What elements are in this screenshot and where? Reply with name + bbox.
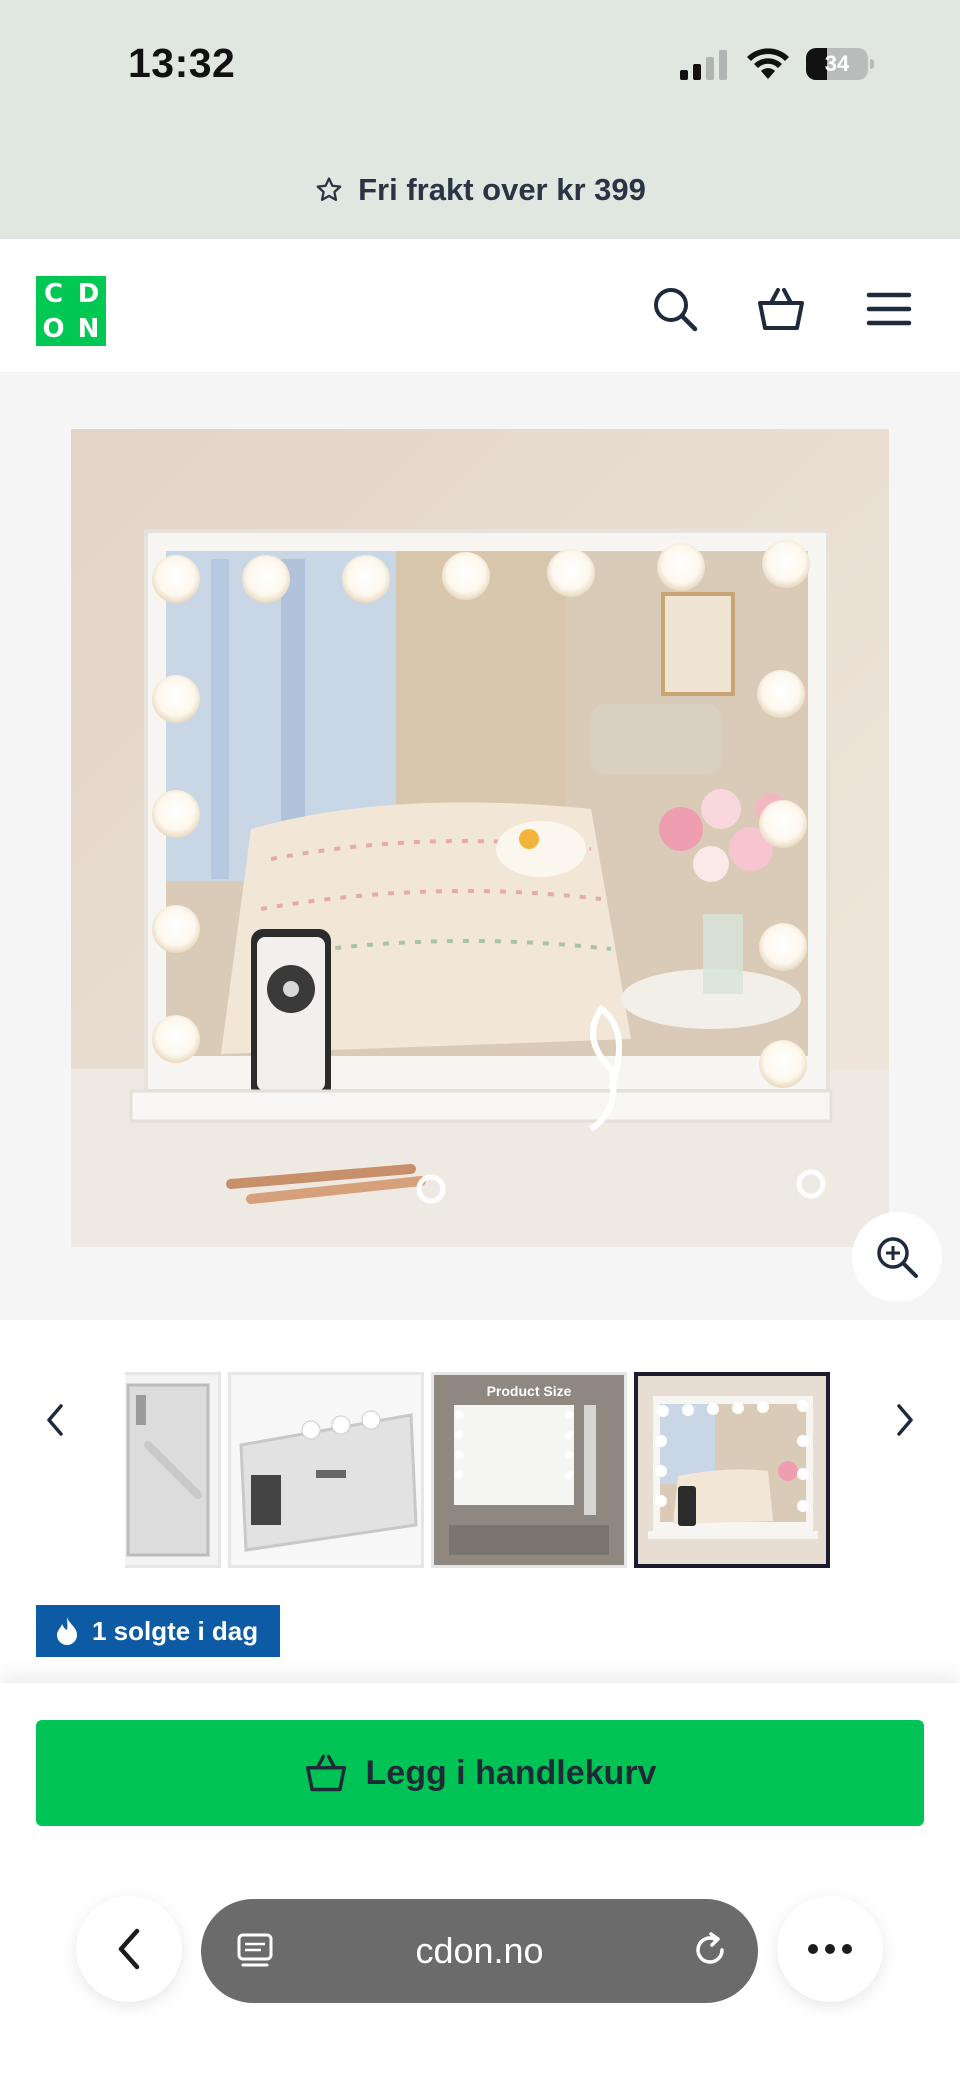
basket-icon[interactable] — [756, 284, 806, 334]
thumbnail-strip: Product Size — [125, 1372, 835, 1568]
zoom-button[interactable] — [852, 1212, 942, 1302]
logo-letter: O — [42, 313, 65, 344]
search-icon[interactable] — [650, 284, 700, 334]
url-text: cdon.no — [415, 1930, 544, 1971]
thumbnail-next-button[interactable] — [870, 1385, 940, 1455]
browser-back-button[interactable] — [76, 1896, 182, 2002]
thumb-mirror-side[interactable] — [125, 1372, 221, 1568]
product-main-image[interactable] — [71, 429, 889, 1247]
menu-icon[interactable] — [864, 284, 914, 334]
chevron-left-icon — [47, 1404, 63, 1436]
basket-icon — [305, 1754, 346, 1792]
chevron-left-icon — [118, 1928, 140, 1970]
thumbnail-carousel: Product Size — [0, 1320, 960, 1580]
flame-icon — [57, 1617, 77, 1645]
add-to-cart-bar: Legg i handlekurv — [0, 1683, 960, 1843]
promo-text: Fri frakt over kr 399 — [358, 172, 646, 207]
sold-today-text: 1 solgte i dag — [92, 1615, 259, 1646]
thumbnail-prev-button[interactable] — [20, 1385, 90, 1455]
battery-indicator: 34 — [806, 48, 874, 80]
site-header: C D O N — [0, 239, 960, 373]
wifi-icon — [747, 48, 789, 79]
star-outline-icon — [316, 177, 342, 201]
thumb-mirror-base[interactable] — [228, 1372, 424, 1568]
vanity-mirror-image — [71, 429, 889, 1247]
top-band: 13:32 34 Fri frakt over kr 399 — [0, 0, 960, 239]
logo-letter: C — [43, 278, 64, 309]
free-shipping-banner: Fri frakt over kr 399 — [0, 160, 960, 220]
zoom-in-icon — [877, 1237, 918, 1278]
more-options-button[interactable] — [777, 1896, 883, 2002]
add-to-cart-button[interactable]: Legg i handlekurv — [36, 1720, 924, 1826]
cellular-signal-icon — [680, 50, 727, 80]
thumb-bedroom[interactable] — [634, 1372, 830, 1568]
cdon-logo[interactable]: C D O N — [36, 276, 106, 346]
chevron-right-icon — [897, 1404, 913, 1436]
sold-today-badge: 1 solgte i dag — [36, 1605, 281, 1657]
more-dots-icon — [808, 1944, 852, 1954]
thumb-product-size[interactable]: Product Size — [431, 1372, 627, 1568]
reader-mode-icon[interactable] — [235, 1931, 275, 1971]
address-bar[interactable]: cdon.no — [201, 1899, 758, 2003]
thumb-caption: Product Size — [486, 1383, 572, 1399]
status-time: 13:32 — [128, 40, 236, 86]
logo-letter: D — [77, 278, 100, 309]
logo-letter: N — [77, 313, 100, 344]
battery-percent: 34 — [824, 51, 850, 76]
browser-toolbar: cdon.no — [0, 1843, 960, 2081]
add-to-cart-label: Legg i handlekurv — [365, 1753, 657, 1792]
reload-icon[interactable] — [689, 1929, 731, 1971]
product-gallery — [0, 374, 960, 1320]
